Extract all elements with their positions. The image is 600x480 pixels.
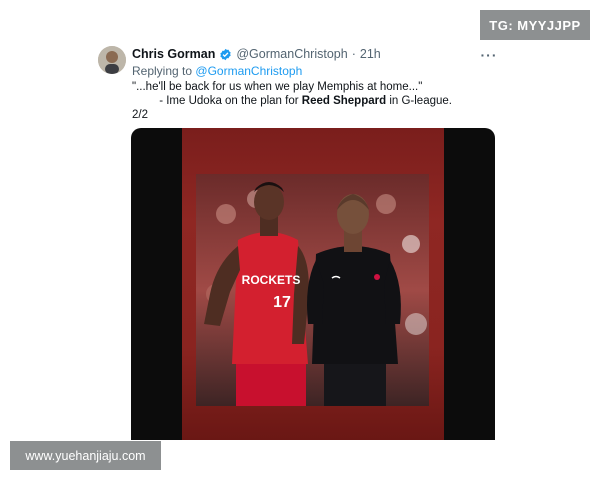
replying-to: Replying to @GormanChristoph	[132, 64, 302, 78]
thread-count: 2/2	[132, 109, 148, 121]
replying-handle-link[interactable]: @GormanChristoph	[195, 64, 302, 78]
tweet-timestamp[interactable]: 21h	[360, 47, 381, 61]
author-handle[interactable]: @GormanChristoph	[236, 47, 347, 61]
header-separator: ·	[351, 47, 356, 61]
tweet-quote-text: "...he'll be back for us when we play Me…	[132, 81, 423, 93]
site-watermark: www.yuehanjiaju.com	[10, 441, 161, 470]
replying-prefix: Replying to	[132, 64, 193, 78]
jersey-number: 17	[273, 294, 291, 311]
tweet-header: Chris Gorman @GormanChristoph · 21h	[132, 46, 381, 62]
tweet-media[interactable]: ROCKETS 17	[131, 128, 495, 440]
attribution-name: Reed Sheppard	[301, 95, 387, 107]
jersey-text: ROCKETS	[242, 273, 301, 287]
player-coach-photo: ROCKETS 17	[196, 174, 429, 406]
avatar-photo	[98, 46, 126, 74]
more-options-icon[interactable]: ···	[478, 48, 500, 62]
avatar[interactable]	[98, 46, 126, 74]
tweet-attribution: - Ime Udoka on the plan for Reed Sheppar…	[132, 95, 452, 107]
attribution-suffix: in G-league.	[389, 95, 452, 107]
author-name[interactable]: Chris Gorman	[132, 47, 215, 61]
verified-badge-icon	[220, 48, 232, 60]
attribution-prefix: - Ime Udoka on the plan for	[159, 95, 299, 107]
telegram-watermark: TG: MYYJJPP	[480, 10, 590, 40]
